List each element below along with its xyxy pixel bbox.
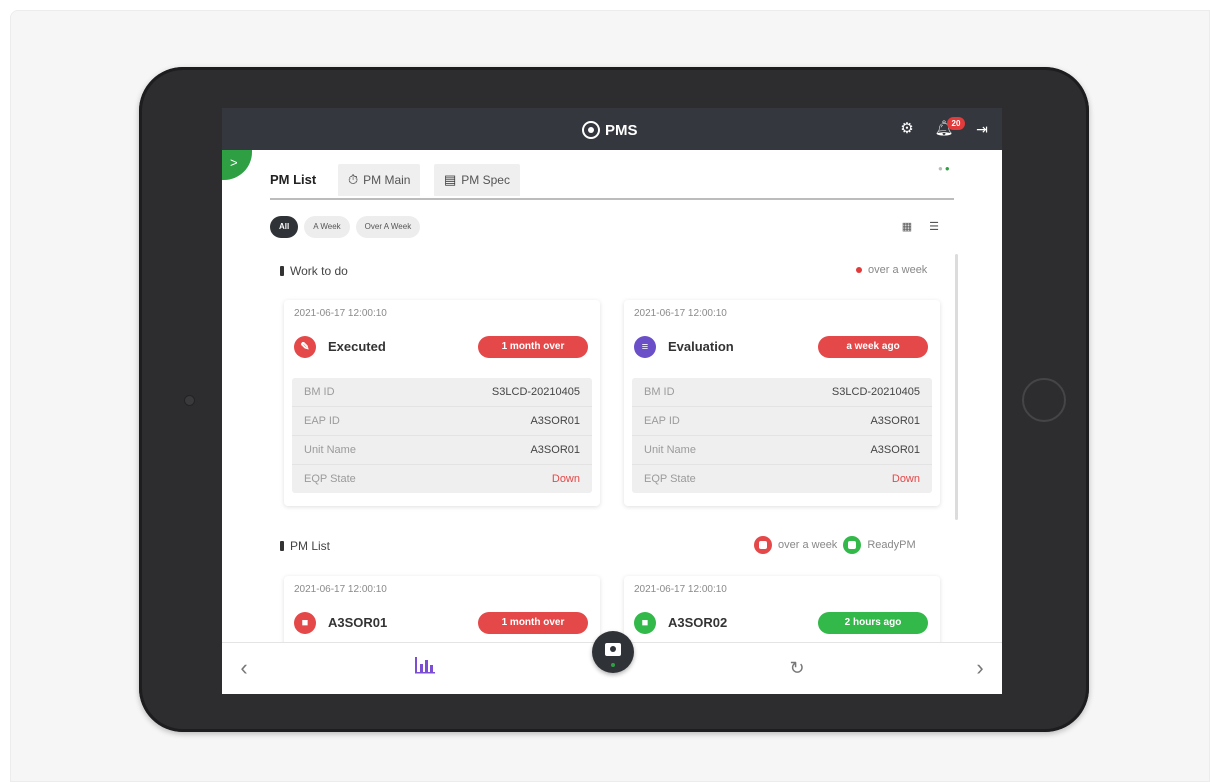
section-title: Work to do <box>290 264 348 278</box>
detail-key: EQP State <box>304 473 356 485</box>
list-view-icon[interactable]: ☰ <box>927 220 941 234</box>
top-bar: PMS ⚙ 🔔︎ 20 ⇥ <box>222 108 1002 150</box>
legend-label: over a week <box>778 539 838 551</box>
bottom-navigation: ‹ ↻ › <box>222 631 1002 694</box>
card-status: Evaluation <box>668 339 734 354</box>
app-brand[interactable]: PMS <box>582 120 638 140</box>
detail-key: BM ID <box>304 386 335 398</box>
evaluation-icon: ≡ <box>634 336 656 358</box>
gear-icon[interactable]: ⚙ <box>897 119 917 139</box>
wrench-icon: ✎ <box>294 336 316 358</box>
eqp-state-value: Down <box>551 473 580 485</box>
tab-pm-main[interactable]: ⏱ PM Main <box>338 164 421 196</box>
detail-row: EAP ID A3SOR01 <box>632 407 932 436</box>
over-a-week-icon <box>754 536 772 554</box>
ready-pm-icon <box>843 536 862 554</box>
work-card[interactable]: 2021-06-17 12:00:10 ✎ Executed 1 month o… <box>284 300 600 506</box>
status-badge: 1 month over <box>478 612 588 634</box>
tab-label: PM Spec <box>461 173 510 187</box>
detail-value: A3SOR01 <box>530 415 580 427</box>
notification-count-badge: 20 <box>947 117 965 130</box>
card-unit-name: A3SOR02 <box>668 615 728 630</box>
detail-value: A3SOR01 <box>870 444 920 456</box>
pms-logo-icon <box>582 121 600 139</box>
chevron-right-icon: > <box>230 155 238 170</box>
detail-value: S3LCD-20210405 <box>491 386 580 398</box>
card-timestamp: 2021-06-17 12:00:10 <box>634 584 727 595</box>
tab-label: PM List <box>270 172 317 187</box>
detail-key: EAP ID <box>644 415 680 427</box>
clipboard-icon: ▤ <box>444 172 457 187</box>
page-indicator: ●● <box>938 164 952 173</box>
bar-chart-icon[interactable] <box>412 655 438 681</box>
equipment-icon: ■ <box>634 612 656 634</box>
grid-view-icon[interactable]: ▦ <box>900 220 914 234</box>
section-marker <box>280 541 284 551</box>
status-badge: 1 month over <box>478 336 588 358</box>
tablet-home-button <box>1022 378 1066 422</box>
filter-all[interactable]: All <box>270 216 299 238</box>
filter-a-week[interactable]: A Week <box>304 216 350 238</box>
stopwatch-icon: ⏱ <box>348 172 359 187</box>
tab-pm-list[interactable]: PM List <box>270 164 316 196</box>
tab-bar: PM List ⏱ PM Main ▤ PM Spec <box>270 164 954 200</box>
legend-label: ReadyPM <box>867 539 916 551</box>
active-indicator <box>611 663 615 667</box>
filter-over-a-week[interactable]: Over A Week <box>355 216 421 238</box>
card-details: BM ID S3LCD-20210405 EAP ID A3SOR01 Unit N… <box>632 378 932 493</box>
legend-over-a-week: over a week <box>856 264 927 276</box>
card-timestamp: 2021-06-17 12:00:10 <box>634 308 727 319</box>
chevron-right-icon[interactable]: › <box>970 656 990 680</box>
equipment-icon: ■ <box>294 612 316 634</box>
work-card[interactable]: 2021-06-17 12:00:10 ≡ Evaluation a week … <box>624 300 940 506</box>
chevron-left-icon[interactable]: ‹ <box>234 656 254 680</box>
folder-user-icon <box>605 643 621 656</box>
detail-key: EAP ID <box>304 415 340 427</box>
detail-value: A3SOR01 <box>870 415 920 427</box>
detail-value: S3LCD-20210405 <box>831 386 920 398</box>
legend-label: over a week <box>868 264 928 276</box>
tablet-camera <box>184 395 195 406</box>
detail-row: Unit Name A3SOR01 <box>632 436 932 465</box>
red-dot-icon <box>856 267 862 273</box>
card-unit-name: A3SOR01 <box>328 615 388 630</box>
status-badge: 2 hours ago <box>818 612 928 634</box>
section-work-to-do: Work to do <box>280 264 348 278</box>
detail-value: A3SOR01 <box>530 444 580 456</box>
detail-row: EAP ID A3SOR01 <box>292 407 592 436</box>
tool-history-icon[interactable]: ↻ <box>784 655 810 681</box>
detail-row: Unit Name A3SOR01 <box>292 436 592 465</box>
app-screen: PMS ⚙ 🔔︎ 20 ⇥ > PM List ⏱ PM Main ▤ PM Spe… <box>222 108 1002 694</box>
detail-key: BM ID <box>644 386 675 398</box>
tab-pm-spec[interactable]: ▤ PM Spec <box>434 164 520 196</box>
section-pm-list: PM List <box>280 539 330 553</box>
legend-pm-status: over a week ReadyPM <box>754 536 916 554</box>
tab-label: PM Main <box>363 173 411 187</box>
pm-list-home-button[interactable] <box>592 631 634 673</box>
card-timestamp: 2021-06-17 12:00:10 <box>294 584 387 595</box>
section-marker <box>280 266 284 276</box>
detail-row: EQP State Down <box>292 465 592 493</box>
card-details: BM ID S3LCD-20210405 EAP ID A3SOR01 Unit N… <box>292 378 592 493</box>
detail-row: BM ID S3LCD-20210405 <box>632 378 932 407</box>
card-status: Executed <box>328 339 386 354</box>
detail-row: BM ID S3LCD-20210405 <box>292 378 592 407</box>
app-title: PMS <box>605 121 638 139</box>
sidebar-toggle-button[interactable]: > <box>222 150 252 180</box>
detail-key: Unit Name <box>644 444 696 456</box>
scrollbar[interactable] <box>955 254 958 520</box>
detail-key: EQP State <box>644 473 696 485</box>
bar-chart-glyph <box>415 657 435 674</box>
card-timestamp: 2021-06-17 12:00:10 <box>294 308 387 319</box>
detail-row: EQP State Down <box>632 465 932 493</box>
detail-key: Unit Name <box>304 444 356 456</box>
filter-chips: All A Week Over A Week <box>270 216 421 238</box>
section-title: PM List <box>290 539 331 553</box>
logout-icon[interactable]: ⇥ <box>972 119 992 139</box>
eqp-state-value: Down <box>891 473 920 485</box>
status-badge: a week ago <box>818 336 928 358</box>
